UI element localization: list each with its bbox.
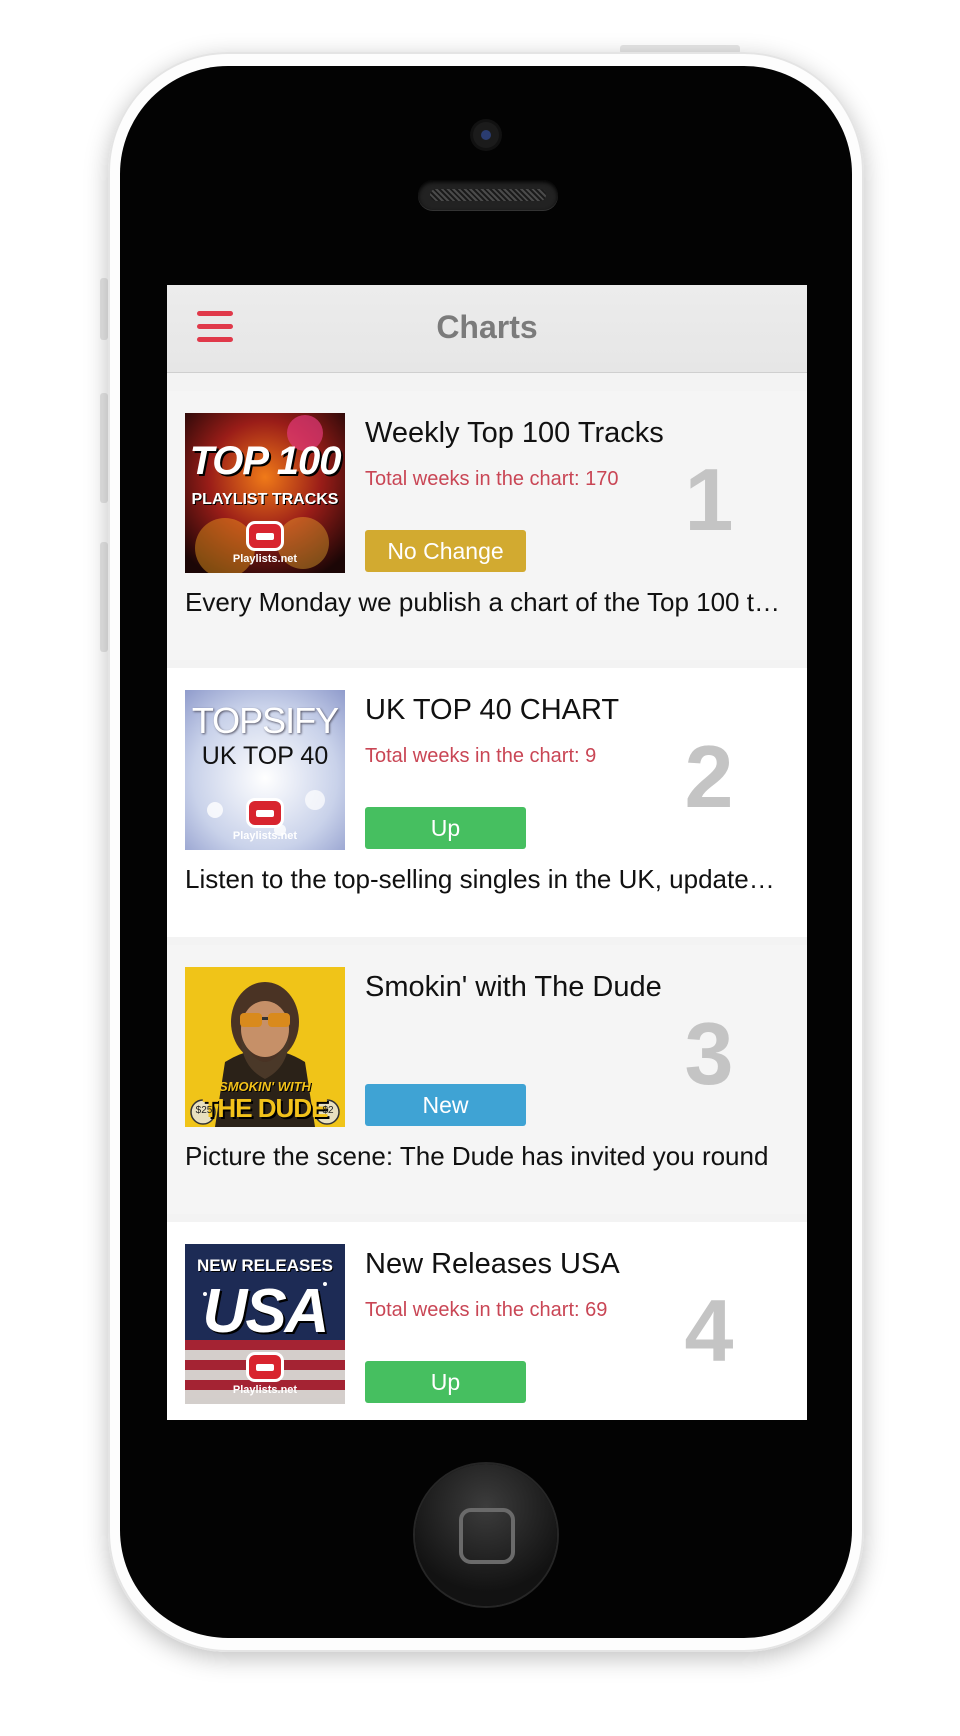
- chart-card[interactable]: SMOKIN' WITH THE DUDE $25 $2 Smokin' wit…: [167, 945, 807, 1214]
- chart-weeks: Total weeks in the chart: 170: [365, 468, 619, 490]
- artwork-line1: SMOKIN' WITH: [219, 1079, 311, 1094]
- chart-weeks: Total weeks in the chart: 9: [365, 745, 597, 767]
- navigation-bar: Charts: [167, 285, 807, 373]
- artwork-line2: UK TOP 40: [201, 742, 329, 770]
- home-square-icon: [459, 1508, 515, 1564]
- chart-description: Listen to the top-selling singles in the…: [185, 864, 785, 894]
- chart-description: Picture the scene: The Dude has invited …: [185, 1141, 769, 1171]
- mute-switch[interactable]: [100, 278, 108, 340]
- chart-card[interactable]: TOP 100 PLAYLIST TRACKS Playlists.net We…: [167, 391, 807, 660]
- status-badge: Up: [365, 807, 526, 849]
- chart-list: TOP 100 PLAYLIST TRACKS Playlists.net We…: [167, 391, 807, 1420]
- chart-weeks: Total weeks in the chart: 69: [365, 1299, 608, 1321]
- chart-artwork: TOP 100 PLAYLIST TRACKS Playlists.net: [185, 413, 345, 573]
- chart-artwork: SMOKIN' WITH THE DUDE $25 $2: [185, 967, 345, 1127]
- earpiece-speaker: [418, 180, 558, 210]
- artwork-line2: USA: [202, 1277, 330, 1346]
- status-badge: New: [365, 1084, 526, 1126]
- price-right: $2: [322, 1105, 334, 1116]
- playlists-logo-icon: Playlists.net: [233, 524, 297, 565]
- home-button[interactable]: [415, 1464, 557, 1606]
- chart-rank: 3: [684, 1004, 734, 1103]
- artwork-line1: NEW RELEASES: [196, 1256, 334, 1275]
- app-screen: Charts TOP 100 PLAYLIST TRACKS Playlists…: [167, 285, 807, 1420]
- chart-title: Weekly Top 100 Tracks: [365, 417, 664, 449]
- page-title: Charts: [436, 309, 538, 345]
- volume-down-button[interactable]: [100, 542, 108, 652]
- chart-title: New Releases USA: [365, 1248, 620, 1280]
- playlists-logo-icon: Playlists.net: [233, 801, 297, 842]
- price-left: $25: [195, 1105, 213, 1116]
- chart-title: UK TOP 40 CHART: [365, 694, 620, 726]
- volume-up-button[interactable]: [100, 393, 108, 503]
- playlists-logo-icon: Playlists.net: [233, 1355, 297, 1396]
- chart-rank: 1: [684, 450, 734, 549]
- chart-description: Every Monday we publish a chart of the T…: [185, 587, 785, 617]
- artwork-line1: TOP 100: [189, 439, 342, 483]
- chart-artwork: NEW RELEASES USA Playlists.net: [185, 1244, 345, 1404]
- artwork-line1: TOPSIFY: [191, 700, 339, 741]
- status-badge: No Change: [365, 530, 526, 572]
- front-camera: [473, 122, 499, 148]
- chart-rank: 4: [684, 1281, 734, 1380]
- chart-rank: 2: [684, 727, 734, 826]
- chart-artwork: TOPSIFY UK TOP 40 Playlists.net: [185, 690, 345, 850]
- status-badge: Up: [365, 1361, 526, 1403]
- chart-title: Smokin' with The Dude: [365, 971, 662, 1003]
- chart-card[interactable]: NEW RELEASES USA Playlists.net New Relea…: [167, 1222, 807, 1420]
- chart-card[interactable]: TOPSIFY UK TOP 40 Playlists.net UK TOP 4…: [167, 668, 807, 937]
- artwork-line2: PLAYLIST TRACKS: [191, 491, 339, 508]
